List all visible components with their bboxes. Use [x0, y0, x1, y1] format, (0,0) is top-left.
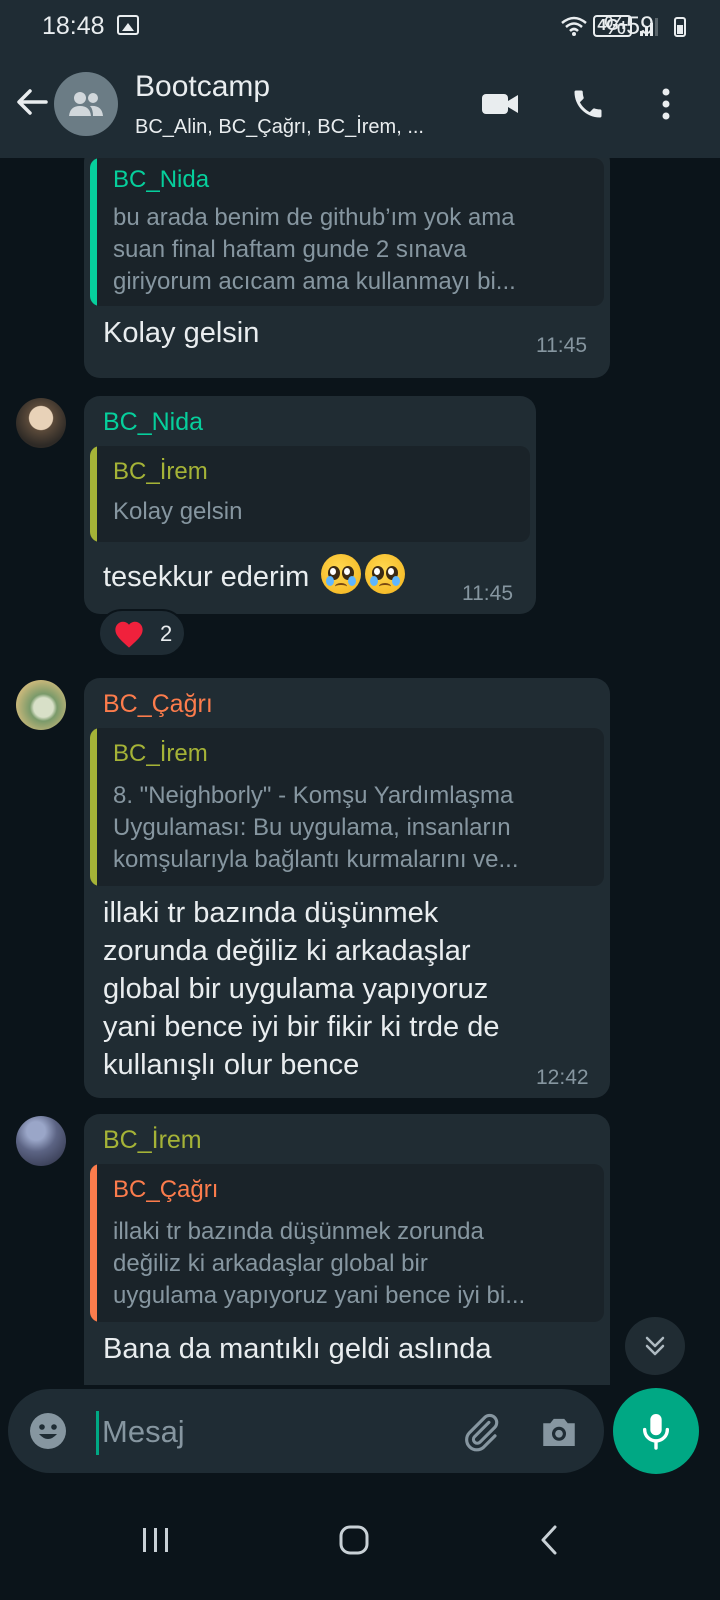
quote-bar: [90, 1164, 97, 1322]
recent-apps-icon[interactable]: [126, 1510, 186, 1570]
quoted-text: Kolay gelsin: [113, 496, 530, 528]
video-call-icon[interactable]: [478, 82, 522, 126]
sender-name[interactable]: BC_Nida: [103, 408, 203, 437]
quoted-line: bu arada benim de github’ım yok ama: [113, 204, 515, 231]
quoted-text: bu arada benim de github’ım yok ama suan…: [113, 202, 583, 298]
voice-message-button[interactable]: [613, 1388, 699, 1474]
quoted-message[interactable]: BC_Çağrı illaki tr bazında düşünmek zoru…: [90, 1164, 604, 1322]
group-avatar[interactable]: [54, 72, 118, 136]
quote-bar: [90, 446, 97, 542]
wifi-icon: [561, 16, 588, 36]
group-icon: [69, 92, 103, 116]
message-line: kullanışlı olur bence: [103, 1049, 360, 1081]
quoted-line: suan final haftam gunde 2 sınava: [113, 236, 467, 263]
quoted-line: Uygulaması: Bu uygulama, insanların: [113, 814, 511, 841]
quoted-line: uygulama yapıyoruz yani bence iyi bi...: [113, 1282, 526, 1309]
gallery-notification-icon: [117, 15, 139, 35]
back-nav-icon[interactable]: [520, 1510, 580, 1570]
heart-icon: [115, 621, 143, 648]
quoted-line: değiliz ki arkadaşlar global bir: [113, 1250, 428, 1277]
message-time: 12:42: [536, 1066, 589, 1089]
status-time: 18:48: [42, 12, 105, 40]
quoted-line: 8. "Neighborly" - Komşu Yardımlaşma: [113, 782, 514, 809]
battery-percent: %59: [603, 12, 654, 40]
message-text: Bana da mantıklı geldi aslında: [103, 1330, 492, 1368]
quoted-line: komşularıyla bağlantı kurmalarını ve...: [113, 846, 519, 873]
voice-call-icon[interactable]: [566, 82, 610, 126]
message-bubble[interactable]: BC_İrem BC_Çağrı illaki tr bazında düşün…: [84, 1114, 610, 1408]
message-bubble[interactable]: BC_Nida BC_İrem Kolay gelsin tesekkur ed…: [84, 396, 536, 614]
message-time: 11:45: [462, 582, 513, 605]
scroll-to-bottom-button[interactable]: [625, 1317, 685, 1375]
status-bar: 18:48 4G+ %59: [0, 0, 720, 52]
quote-bar: [90, 158, 97, 306]
quoted-line: giriyorum acıcam ama kullanmayı bi...: [113, 268, 516, 295]
more-options-icon[interactable]: [644, 82, 688, 126]
message-bubble[interactable]: BC_Çağrı BC_İrem 8. "Neighborly" - Komşu…: [84, 678, 610, 1098]
quoted-sender: BC_Nida: [113, 166, 210, 193]
message-line: zorunda değiliz ki arkadaşlar: [103, 935, 471, 967]
message-line: global bir uygulama yapıyoruz: [103, 973, 489, 1005]
quote-bar: [90, 728, 97, 886]
quoted-message[interactable]: BC_İrem Kolay gelsin: [90, 446, 530, 542]
message-time: 11:45: [536, 334, 587, 357]
message-list[interactable]: BC_Nida bu arada benim de github’ım yok …: [0, 158, 720, 1408]
message-line: illaki tr bazında düşünmek: [103, 897, 439, 929]
message-line: yani bence iyi bir fikir ki trde de: [103, 1011, 500, 1043]
home-icon[interactable]: [324, 1510, 384, 1570]
camera-icon[interactable]: [538, 1411, 580, 1453]
emoji-icon[interactable]: [28, 1411, 68, 1451]
system-navigation-bar: [0, 1480, 720, 1600]
chat-header: Bootcamp BC_Alin, BC_Çağrı, BC_İrem, ...: [0, 52, 720, 158]
sender-name[interactable]: BC_Çağrı: [103, 690, 213, 719]
double-chevron-down-icon: [645, 1336, 665, 1356]
text-cursor: [96, 1411, 99, 1455]
message-input[interactable]: [100, 1407, 434, 1457]
chat-members[interactable]: BC_Alin, BC_Çağrı, BC_İrem, ...: [135, 116, 424, 139]
battery-icon: [674, 17, 686, 37]
message-text: tesekkur ederim: [103, 554, 406, 596]
quoted-text: illaki tr bazında düşünmek zorunda değil…: [113, 1216, 583, 1312]
quoted-line: Kolay gelsin: [113, 498, 243, 525]
message-bubble[interactable]: BC_Nida bu arada benim de github’ım yok …: [84, 158, 610, 378]
quoted-message[interactable]: BC_Nida bu arada benim de github’ım yok …: [90, 158, 604, 306]
avatar-irem[interactable]: [16, 1116, 66, 1166]
reaction-count: 2: [160, 621, 173, 646]
message-line: tesekkur ederim: [103, 561, 310, 593]
message-text: Kolay gelsin: [103, 314, 259, 352]
quoted-sender: BC_İrem: [113, 740, 208, 767]
chat-title[interactable]: Bootcamp: [135, 70, 270, 104]
pleading-face-emoji-icon: [365, 554, 406, 594]
message-line: Kolay gelsin: [103, 317, 260, 349]
attachment-icon[interactable]: [460, 1411, 502, 1453]
quoted-sender: BC_İrem: [113, 458, 208, 485]
message-text: illaki tr bazında düşünmek zorunda değil…: [103, 894, 500, 1084]
back-arrow-icon[interactable]: [12, 82, 52, 122]
message-input-container: [8, 1389, 604, 1473]
composer: [0, 1385, 720, 1480]
avatar-nida[interactable]: [16, 398, 66, 448]
pleading-face-emoji-icon: [321, 554, 362, 594]
quoted-message[interactable]: BC_İrem 8. "Neighborly" - Komşu Yardımla…: [90, 728, 604, 886]
quoted-sender: BC_Çağrı: [113, 1176, 219, 1203]
sender-name[interactable]: BC_İrem: [103, 1126, 202, 1155]
quoted-line: illaki tr bazında düşünmek zorunda: [113, 1218, 484, 1245]
message-line: Bana da mantıklı geldi aslında: [103, 1333, 492, 1365]
reaction-badge[interactable]: 2: [98, 609, 186, 657]
quoted-text: 8. "Neighborly" - Komşu Yardımlaşma Uygu…: [113, 780, 583, 876]
microphone-icon: [642, 1414, 670, 1450]
avatar-cagri[interactable]: [16, 680, 66, 730]
